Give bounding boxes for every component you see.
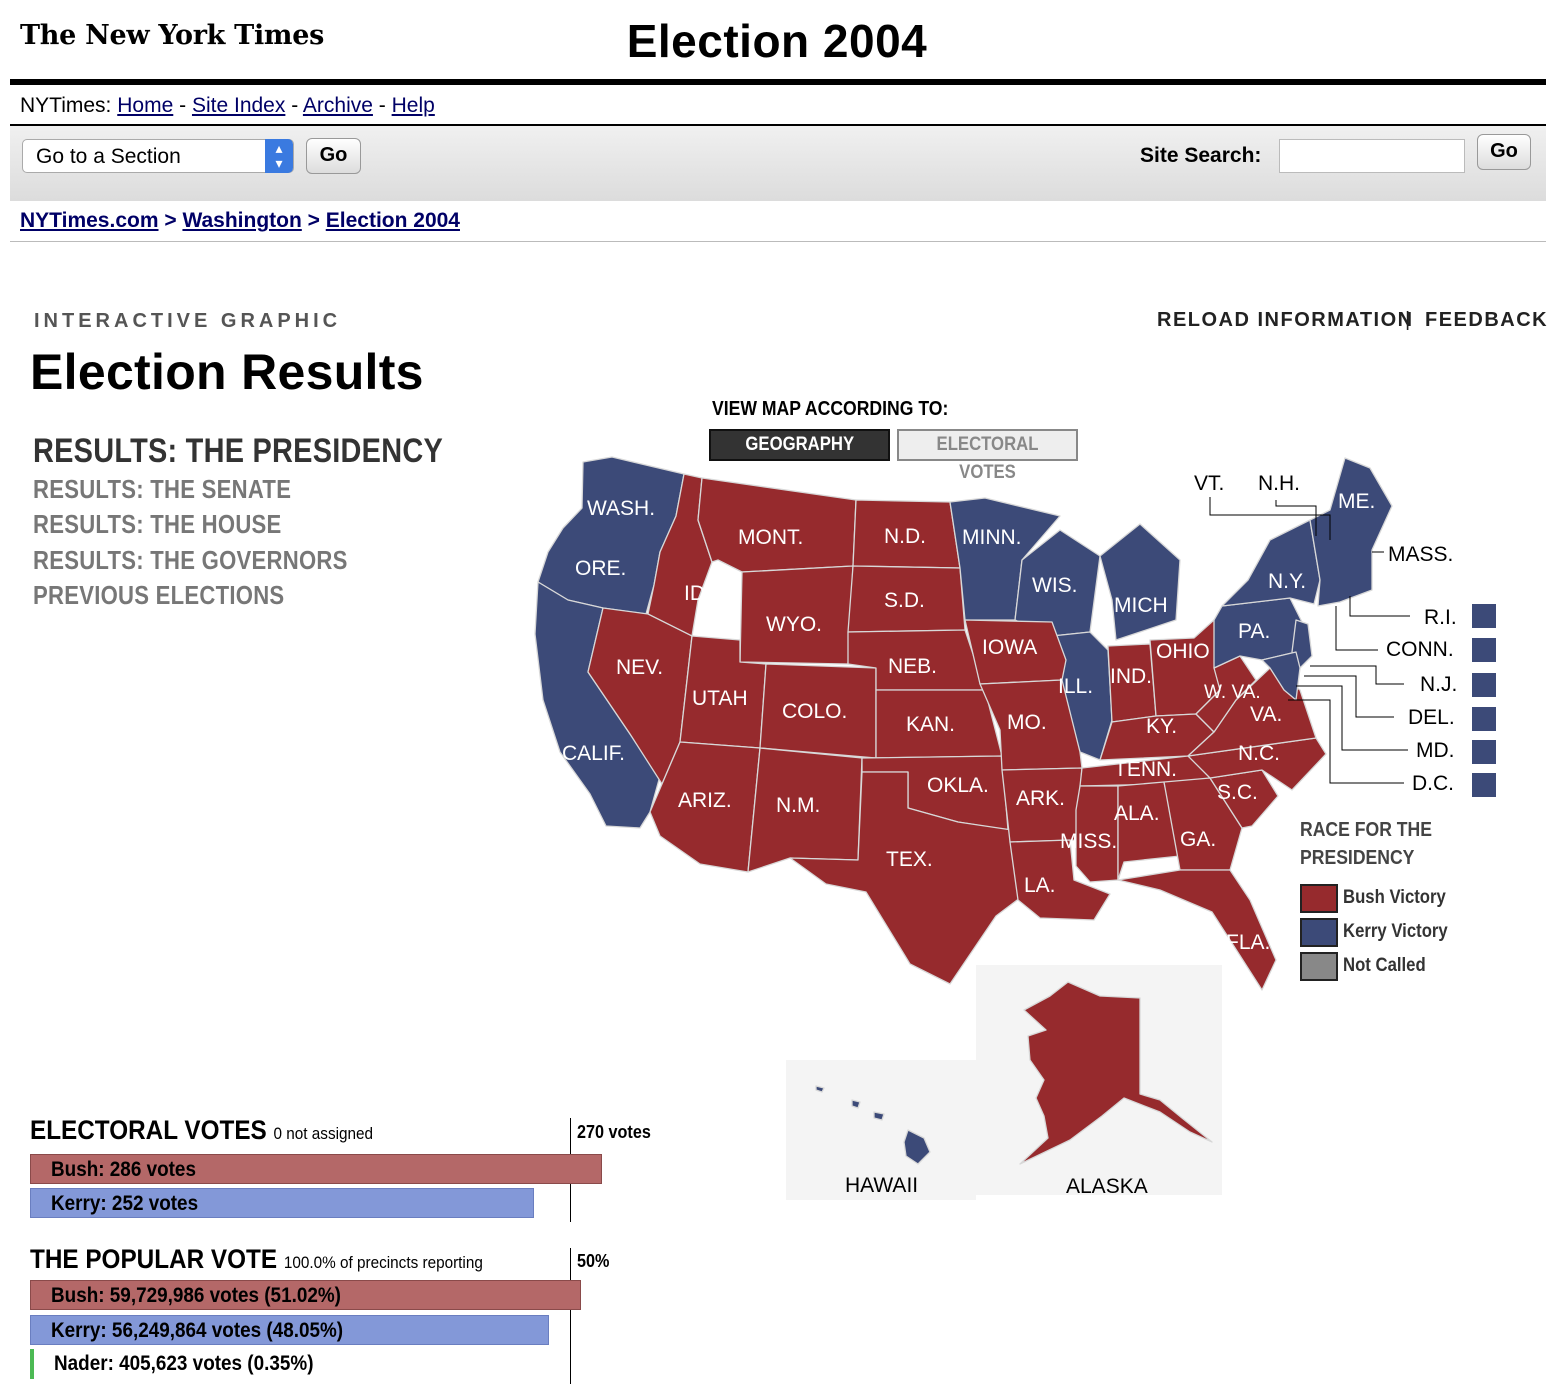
callout-conn: CONN. <box>1386 638 1454 661</box>
conn-square <box>1472 638 1496 662</box>
threshold-line-50 <box>570 1248 571 1384</box>
label-ark: ARK. <box>1016 787 1065 810</box>
label-calif: CALIF. <box>562 742 625 765</box>
callout-vt: VT. <box>1194 472 1224 495</box>
label-ny: N.Y. <box>1268 570 1306 593</box>
callout-ri: R.I. <box>1424 606 1457 629</box>
label-iowa: IOWA <box>982 636 1037 659</box>
electoral-bar-kerry-label: Kerry: 252 votes <box>51 1192 199 1215</box>
md-square <box>1472 740 1496 764</box>
inset-label-hawaii: HAWAII <box>845 1174 918 1197</box>
legend-label-kerry: Kerry Victory <box>1343 921 1448 942</box>
label-sd: S.D. <box>884 589 925 612</box>
label-wash: WASH. <box>587 497 655 520</box>
del-square <box>1472 707 1496 731</box>
inset-label-alaska: ALASKA <box>1066 1175 1148 1198</box>
dc-square <box>1472 773 1496 797</box>
label-id: ID. <box>684 582 711 605</box>
callout-nj: N.J. <box>1420 673 1457 696</box>
popular-heading-text: THE POPULAR VOTE <box>30 1244 278 1274</box>
label-nev: NEV. <box>616 656 663 679</box>
label-ore: ORE. <box>575 557 626 580</box>
legend-title-line1: RACE FOR THE <box>1300 819 1432 841</box>
state-michigan <box>1099 523 1181 641</box>
electoral-heading-text: ELECTORAL VOTES <box>30 1115 267 1145</box>
label-la: LA. <box>1024 874 1056 897</box>
state-montana <box>697 477 857 573</box>
legend-label-bush: Bush Victory <box>1343 887 1446 908</box>
state-new-england <box>1309 457 1393 607</box>
label-wyo: WYO. <box>766 613 822 636</box>
label-mich: MICH <box>1114 594 1168 617</box>
popular-bar-kerry-label: Kerry: 56,249,864 votes (48.05%) <box>51 1319 344 1342</box>
electoral-bar-bush-label: Bush: 286 votes <box>51 1158 196 1181</box>
label-mo: MO. <box>1007 711 1047 734</box>
label-minn: MINN. <box>962 526 1022 549</box>
legend-title: RACE FOR THE PRESIDENCY <box>1300 816 1432 872</box>
label-ga: GA. <box>1180 828 1216 851</box>
popular-bar-bush-label: Bush: 59,729,986 votes (51.02%) <box>51 1284 341 1307</box>
label-okla: OKLA. <box>927 774 989 797</box>
label-colo: COLO. <box>782 700 847 723</box>
label-wis: WIS. <box>1032 574 1078 597</box>
callout-mass: MASS. <box>1388 543 1453 566</box>
label-nd: N.D. <box>884 525 926 548</box>
label-ariz: ARIZ. <box>678 789 732 812</box>
legend-swatch-not-called <box>1300 952 1338 981</box>
legend-title-line2: PRESIDENCY <box>1300 847 1415 869</box>
label-utah: UTAH <box>692 687 748 710</box>
label-wva: W. VA. <box>1204 682 1261 703</box>
callout-dc: D.C. <box>1412 772 1454 795</box>
label-nm: N.M. <box>776 794 820 817</box>
label-miss: MISS. <box>1060 830 1117 853</box>
popular-bar-nader-label: Nader: 405,623 votes (0.35%) <box>54 1352 314 1375</box>
label-sc: S.C. <box>1217 781 1258 804</box>
label-fla: FLA. <box>1226 931 1270 954</box>
electoral-bar-kerry: Kerry: 252 votes <box>30 1188 534 1218</box>
popular-bar-nader: Nader: 405,623 votes (0.35%) <box>30 1349 430 1379</box>
label-ohio: OHIO <box>1156 640 1210 663</box>
small-state-squares <box>1472 604 1496 797</box>
popular-bar-kerry: Kerry: 56,249,864 votes (48.05%) <box>30 1315 549 1345</box>
label-nc: N.C. <box>1238 742 1280 765</box>
electoral-note: 0 not assigned <box>273 1124 374 1143</box>
label-ind: IND. <box>1110 665 1152 688</box>
label-tex: TEX. <box>886 848 933 871</box>
legend-label-not-called: Not Called <box>1343 955 1426 976</box>
popular-bar-bush: Bush: 59,729,986 votes (51.02%) <box>30 1280 582 1310</box>
popular-heading: THE POPULAR VOTE 100.0% of precincts rep… <box>30 1244 483 1275</box>
label-kan: KAN. <box>906 713 955 736</box>
label-neb: NEB. <box>888 655 937 678</box>
callout-del: DEL. <box>1408 706 1455 729</box>
label-ill: ILL. <box>1058 675 1093 698</box>
legend-swatch-kerry <box>1300 918 1338 947</box>
label-ala: ALA. <box>1114 802 1160 825</box>
callout-md: MD. <box>1416 739 1455 762</box>
threshold-label-50: 50% <box>577 1251 610 1271</box>
threshold-label-270: 270 votes <box>577 1122 651 1142</box>
popular-note: 100.0% of precincts reporting <box>283 1253 483 1272</box>
legend-swatch-bush <box>1300 884 1338 913</box>
label-mont: MONT. <box>738 526 803 549</box>
label-ky: KY. <box>1146 715 1177 738</box>
nj-square <box>1472 673 1496 697</box>
electoral-bar-bush: Bush: 286 votes <box>30 1154 602 1184</box>
electoral-heading: ELECTORAL VOTES 0 not assigned <box>30 1115 373 1146</box>
label-me: ME. <box>1338 490 1375 513</box>
label-va: VA. <box>1250 703 1282 726</box>
label-pa: PA. <box>1238 620 1270 643</box>
ri-square <box>1472 604 1496 628</box>
callout-nh: N.H. <box>1258 472 1300 495</box>
state-new-york <box>1221 519 1321 607</box>
label-tenn: TENN. <box>1114 758 1177 781</box>
